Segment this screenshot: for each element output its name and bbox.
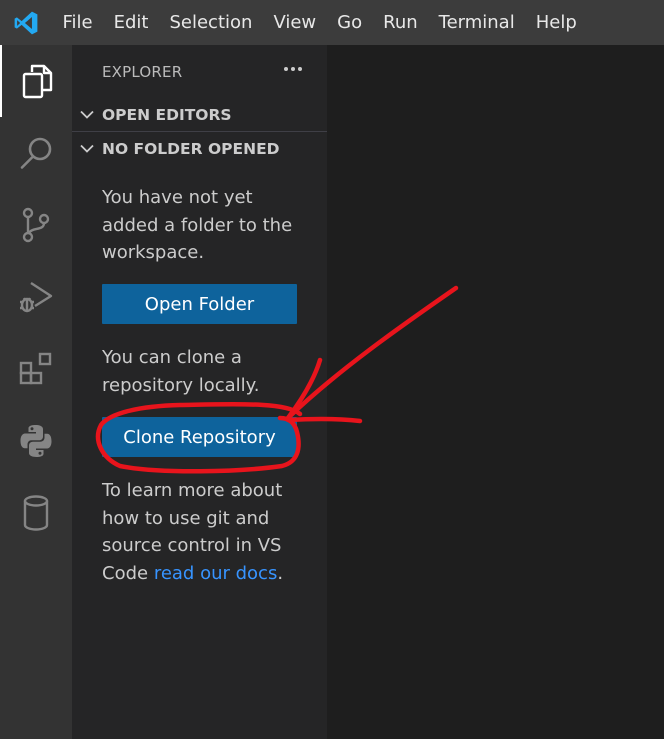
clone-message: You can clone a repository locally. [102,347,260,396]
editor-area [327,45,664,739]
menu-terminal[interactable]: Terminal [428,0,525,45]
section-open-editors-label: OPEN EDITORS [102,105,232,124]
docs-link[interactable]: read our docs [154,563,278,584]
welcome-message: You have not yet added a folder to the w… [102,187,293,263]
learn-more-message: To learn more about how to use git and s… [102,477,302,587]
clone-repository-button[interactable]: Clone Repository [102,417,297,457]
explorer-sidebar: EXPLORER OPEN EDITORS NO FOLDER OPENED Y… [72,45,327,739]
vscode-logo-icon [0,0,52,45]
source-control-icon[interactable] [0,189,72,261]
database-icon[interactable] [0,477,72,549]
explorer-title: EXPLORER [102,63,183,81]
activity-bar [0,45,72,739]
menu-help[interactable]: Help [525,0,587,45]
extensions-icon[interactable] [0,333,72,405]
more-actions-icon[interactable] [280,57,306,81]
python-icon[interactable] [0,405,72,477]
section-no-folder-opened[interactable]: NO FOLDER OPENED [72,132,327,165]
learn-more-period: . [277,562,284,584]
explorer-icon[interactable] [0,45,72,117]
menu-go[interactable]: Go [327,0,373,45]
chevron-down-icon [72,98,102,131]
run-debug-icon[interactable] [0,261,72,333]
search-icon[interactable] [0,117,72,189]
menu-run[interactable]: Run [373,0,429,45]
chevron-down-icon [72,132,102,165]
menu-edit[interactable]: Edit [103,0,159,45]
section-open-editors[interactable]: OPEN EDITORS [72,98,327,131]
menu-file[interactable]: File [52,0,103,45]
title-bar: File Edit Selection View Go Run Terminal… [0,0,664,45]
section-no-folder-label: NO FOLDER OPENED [102,139,280,158]
open-folder-button[interactable]: Open Folder [102,284,297,324]
menu-selection[interactable]: Selection [159,0,263,45]
menu-view[interactable]: View [263,0,327,45]
